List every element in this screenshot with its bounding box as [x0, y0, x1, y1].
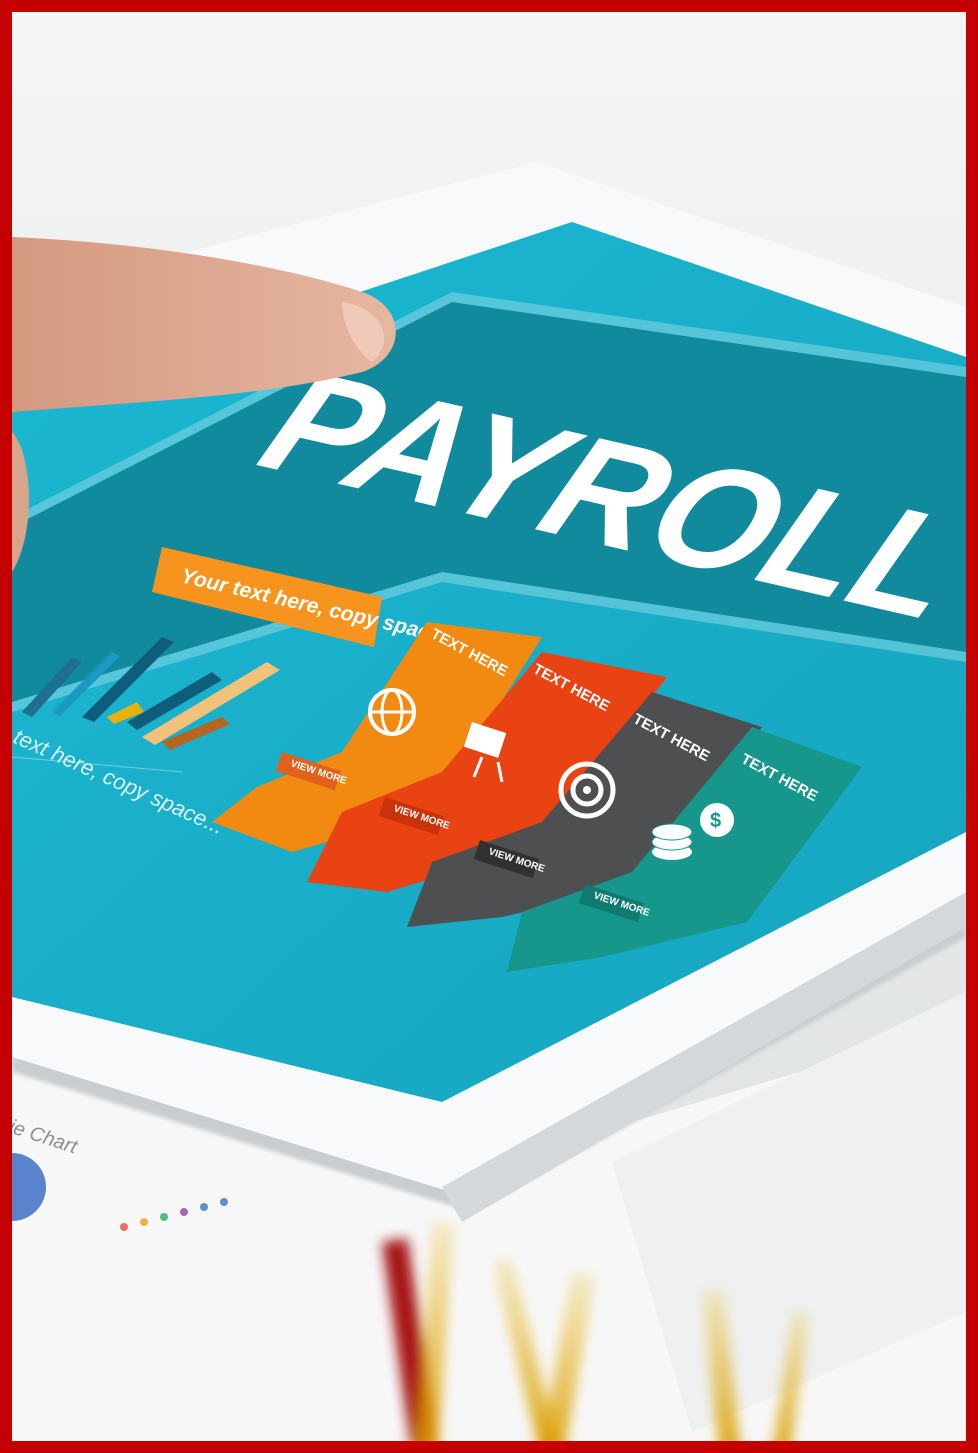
svg-text:$: $ — [710, 810, 721, 832]
photo-scene: ie Chart PAYROLL Your text here, copy sp… — [12, 12, 966, 1441]
photo-frame: ie Chart PAYROLL Your text here, copy sp… — [0, 0, 978, 1453]
